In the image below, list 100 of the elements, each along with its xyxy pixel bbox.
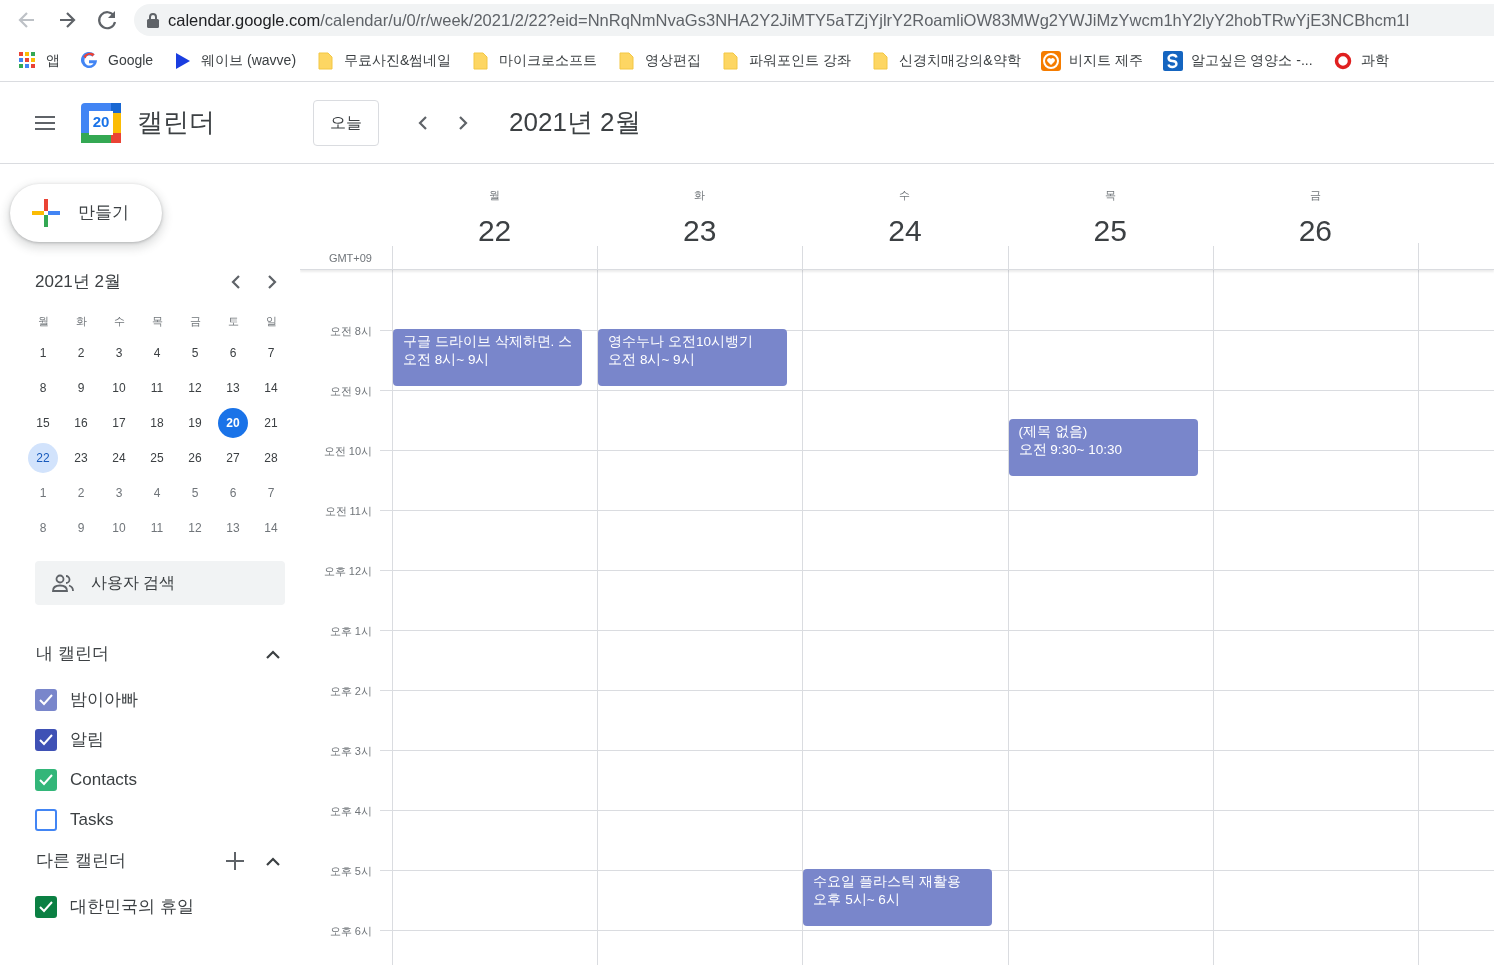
- chevron-up-icon[interactable]: [266, 856, 280, 866]
- create-button[interactable]: 만들기: [10, 184, 162, 242]
- date-cell[interactable]: 2: [66, 337, 96, 368]
- date-cell[interactable]: 13: [218, 372, 248, 403]
- date-cell[interactable]: 11: [142, 512, 172, 543]
- date-cell[interactable]: 4: [142, 337, 172, 368]
- people-icon: [51, 573, 75, 593]
- date-cell[interactable]: 11: [142, 372, 172, 403]
- date-cell[interactable]: 15: [28, 407, 58, 438]
- date-cell[interactable]: 7: [256, 337, 286, 368]
- weekday-label: 금: [188, 313, 202, 329]
- date-cell[interactable]: 3: [104, 477, 134, 508]
- chevron-left-icon: [417, 115, 429, 130]
- date-cell[interactable]: 16: [66, 407, 96, 438]
- checkbox[interactable]: [35, 769, 57, 791]
- date-cell[interactable]: 19: [180, 407, 210, 438]
- bookmark[interactable]: 앱: [18, 50, 60, 71]
- date-cell[interactable]: 14: [256, 512, 286, 543]
- apps-icon: [18, 50, 38, 71]
- date-cell[interactable]: 25: [142, 442, 172, 473]
- checkbox[interactable]: [35, 809, 57, 831]
- bookmark[interactable]: 무료사진&썸네일: [316, 50, 452, 71]
- date-cell[interactable]: 7: [256, 477, 286, 508]
- date-cell[interactable]: 8: [28, 372, 58, 403]
- app-name: 캘린더: [137, 106, 216, 139]
- date-cell[interactable]: 6: [218, 337, 248, 368]
- date-cell[interactable]: 4: [142, 477, 172, 508]
- bookmark[interactable]: 마이크로소프트: [471, 50, 598, 71]
- day-number[interactable]: 26: [1298, 215, 1333, 246]
- date-cell[interactable]: 3: [104, 337, 134, 368]
- ring-icon: [1332, 50, 1353, 71]
- checkbox[interactable]: [35, 729, 57, 751]
- date-cell[interactable]: 26: [180, 442, 210, 473]
- people-search-field[interactable]: 사용자 검색: [35, 561, 285, 605]
- date-cell[interactable]: 9: [66, 512, 96, 543]
- weekday-label: 월: [489, 188, 501, 203]
- weekday-label: 화: [74, 313, 88, 329]
- hour-label: 오후 2시: [329, 684, 372, 699]
- google-icon: [80, 50, 100, 71]
- add-icon[interactable]: [226, 852, 244, 870]
- date-cell[interactable]: 1: [28, 337, 58, 368]
- date-cell[interactable]: 10: [104, 512, 134, 543]
- check-icon: [39, 901, 53, 913]
- calendar-name: 밤이아빠: [70, 689, 138, 712]
- weekday-label: 화: [694, 188, 706, 203]
- day-number[interactable]: 25: [1093, 215, 1127, 246]
- bookmark[interactable]: Google: [80, 50, 154, 71]
- bookmark[interactable]: 파워포인트 강좌: [721, 50, 852, 71]
- weekday-label: 수: [899, 188, 911, 203]
- chevron-up-icon[interactable]: [266, 649, 280, 659]
- check-icon: [39, 694, 53, 706]
- hour-label: 오전 9시: [329, 384, 372, 399]
- date-cell[interactable]: 21: [256, 407, 286, 438]
- date-cell[interactable]: 12: [180, 372, 210, 403]
- date-cell[interactable]: 12: [180, 512, 210, 543]
- date-cell[interactable]: 23: [66, 442, 96, 473]
- date-cell[interactable]: 6: [218, 477, 248, 508]
- date-cell[interactable]: 17: [104, 407, 134, 438]
- date-cell[interactable]: 20: [218, 407, 248, 438]
- date-cell[interactable]: 14: [256, 372, 286, 403]
- today-button[interactable]: 오늘: [313, 99, 379, 146]
- bookmark[interactable]: 신경치매강의&약학: [871, 50, 1021, 71]
- checkbox[interactable]: [35, 689, 57, 711]
- chevron-right-icon: [457, 115, 469, 130]
- date-cell[interactable]: 1: [28, 477, 58, 508]
- weekday-label: 수: [112, 313, 126, 329]
- checkbox[interactable]: [35, 896, 57, 918]
- bookmark[interactable]: 웨이브 (wavve): [173, 50, 297, 71]
- date-cell[interactable]: 5: [180, 337, 210, 368]
- calendar-name: Contacts: [70, 769, 138, 792]
- weekday-label: 일: [264, 313, 278, 329]
- date-cell[interactable]: 2: [66, 477, 96, 508]
- weekday-label: 목: [1104, 188, 1116, 203]
- day-number[interactable]: 24: [888, 215, 922, 246]
- date-cell[interactable]: 10: [104, 372, 134, 403]
- calendar-name: Tasks: [70, 809, 114, 832]
- lock-icon: [146, 12, 160, 28]
- date-cell[interactable]: 28: [256, 442, 286, 473]
- bookmark[interactable]: 비지트 제주: [1040, 50, 1143, 71]
- date-cell[interactable]: 5: [180, 477, 210, 508]
- check-icon: [39, 774, 53, 786]
- address-field[interactable]: calendar.google.com/calendar/u/0/r/week/2021/2/22?eid=NnRqNmNvaGs3NHA2Y2JiMTY5aTZjYjlrY2RoamliOW83MWg2YWJiMzYwcm1hY2lyY2hobTRwYjE3NCBhcm1l: [134, 4, 1494, 36]
- date-cell[interactable]: 27: [218, 442, 248, 473]
- day-number[interactable]: 23: [683, 215, 717, 246]
- day-number[interactable]: 22: [477, 215, 512, 246]
- date-cell[interactable]: 18: [142, 407, 172, 438]
- bookmark[interactable]: 영상편집: [617, 50, 702, 71]
- date-cell[interactable]: 9: [66, 372, 96, 403]
- weekday-label: 월: [36, 313, 50, 329]
- bookmark[interactable]: 과학: [1332, 50, 1389, 71]
- check-icon: [39, 734, 53, 746]
- calendar-name: 알림: [70, 729, 104, 752]
- date-cell[interactable]: 22: [28, 442, 58, 473]
- bookmark[interactable]: 알고싶은 영양소 -...: [1162, 50, 1313, 71]
- hour-label: 오전 10시: [323, 444, 372, 459]
- date-cell[interactable]: 13: [218, 512, 248, 543]
- date-cell[interactable]: 8: [28, 512, 58, 543]
- date-title: 2021년 2월: [509, 106, 641, 139]
- date-cell[interactable]: 24: [104, 442, 134, 473]
- hour-label: 오전 11시: [324, 504, 372, 519]
